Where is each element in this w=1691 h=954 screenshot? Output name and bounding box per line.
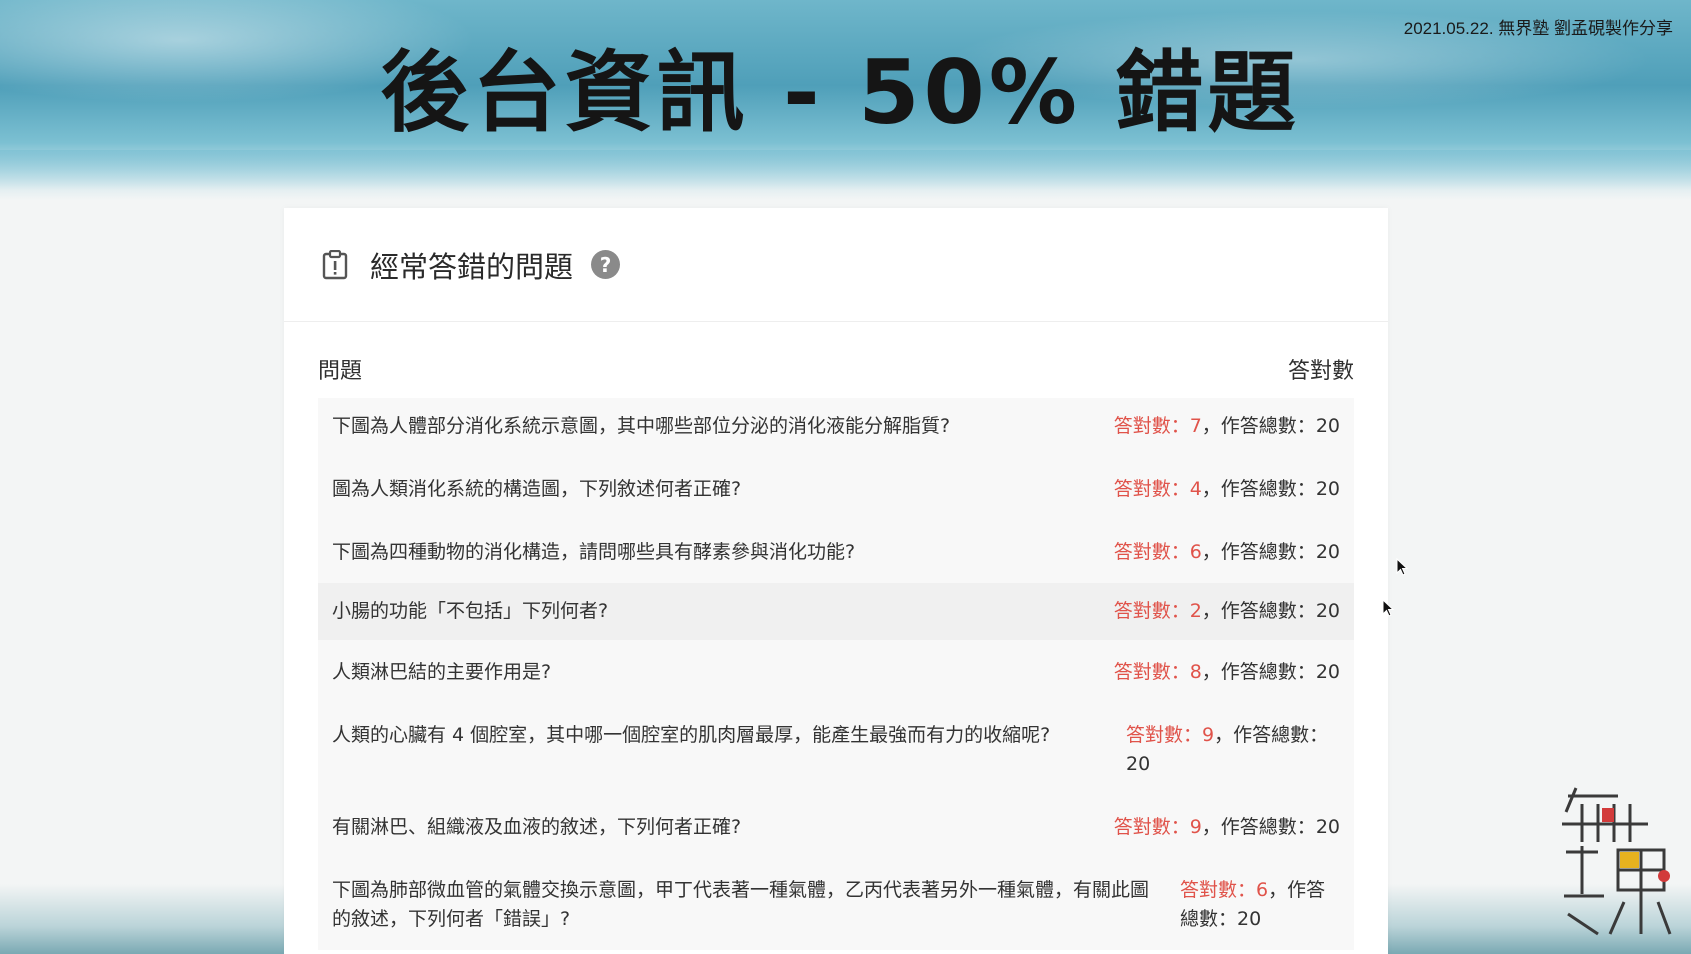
total-count: ，作答總數：20 bbox=[1201, 661, 1340, 683]
correct-count: 答對數：6 bbox=[1180, 879, 1269, 901]
table-row-hovered[interactable]: 小腸的功能「不包括」下列何者? 答對數：2，作答總數：20 bbox=[318, 583, 1354, 640]
answer-stat: 答對數：9，作答總數：20 bbox=[1114, 813, 1340, 842]
answer-stat: 答對數：6，作答總數：20 bbox=[1114, 538, 1340, 567]
wrong-questions-table: 問題 答對數 下圖為人體部分消化系統示意圖，其中哪些部位分泌的消化液能分解脂質?… bbox=[318, 348, 1354, 950]
correct-count: 答對數：8 bbox=[1113, 661, 1202, 683]
mouse-cursor-icon bbox=[1382, 599, 1394, 617]
total-count: ，作答總數：20 bbox=[1201, 478, 1340, 500]
column-header-correct[interactable]: 答對數 bbox=[1288, 353, 1354, 385]
answer-stat: 答對數：2，作答總數：20 bbox=[1114, 597, 1340, 626]
answer-stat: 答對數：4，作答總數：20 bbox=[1114, 475, 1340, 504]
question-text: 小腸的功能「不包括」下列何者? bbox=[332, 600, 609, 622]
help-circle-icon[interactable]: ? bbox=[591, 250, 621, 279]
table-row[interactable]: 下圖為人體部分消化系統示意圖，其中哪些部位分泌的消化液能分解脂質? 答對數：7，… bbox=[318, 398, 1354, 457]
correct-count: 答對數：2 bbox=[1113, 600, 1202, 622]
question-text: 下圖為人體部分消化系統示意圖，其中哪些部位分泌的消化液能分解脂質? bbox=[332, 415, 951, 437]
correct-count: 答對數：7 bbox=[1113, 415, 1202, 437]
question-text: 有關淋巴、組織液及血液的敘述，下列何者正確? bbox=[332, 816, 742, 838]
correct-count: 答對數：4 bbox=[1113, 478, 1202, 500]
table-row[interactable]: 下圖為肺部微血管的氣體交換示意圖，甲丁代表著一種氣體，乙丙代表著另外一種氣體，有… bbox=[318, 858, 1354, 950]
question-text: 人類淋巴結的主要作用是? bbox=[332, 661, 552, 683]
answer-stat: 答對數：9，作答總數：20 bbox=[1126, 721, 1340, 779]
correct-count: 答對數：6 bbox=[1113, 541, 1202, 563]
table-row[interactable]: 下圖為四種動物的消化構造，請問哪些具有酵素參與消化功能? 答對數：6，作答總數：… bbox=[318, 520, 1354, 583]
card-header: 經常答錯的問題 ? bbox=[284, 208, 1388, 322]
slide-credit: 2021.05.22. 無界塾 劉孟硯製作分享 bbox=[1403, 19, 1673, 38]
question-text: 下圖為肺部微血管的氣體交換示意圖，甲丁代表著一種氣體，乙丙代表著另外一種氣體，有… bbox=[332, 879, 1150, 930]
correct-count: 答對數：9 bbox=[1126, 724, 1215, 746]
table-row[interactable]: 人類淋巴結的主要作用是? 答對數：8，作答總數：20 bbox=[318, 640, 1354, 703]
table-body: 下圖為人體部分消化系統示意圖，其中哪些部位分泌的消化液能分解脂質? 答對數：7，… bbox=[318, 398, 1354, 950]
answer-stat: 答對數：7，作答總數：20 bbox=[1114, 412, 1340, 441]
table-header: 問題 答對數 bbox=[318, 348, 1354, 390]
table-row[interactable]: 圖為人類消化系統的構造圖，下列敘述何者正確? 答對數：4，作答總數：20 bbox=[318, 457, 1354, 520]
question-text: 人類的心臟有 4 個腔室，其中哪一個腔室的肌肉層最厚，能產生最強而有力的收縮呢? bbox=[332, 724, 1051, 746]
total-count: ，作答總數：20 bbox=[1201, 816, 1340, 838]
frequent-wrong-questions-card: 經常答錯的問題 ? 問題 答對數 下圖為人體部分消化系統示意圖，其中哪些部位分泌… bbox=[284, 208, 1388, 954]
total-count: ，作答總數：20 bbox=[1201, 541, 1340, 563]
slide-banner-edge bbox=[0, 150, 1691, 200]
wujie-logo-icon bbox=[1562, 787, 1672, 936]
answer-stat: 答對數：8，作答總數：20 bbox=[1114, 658, 1340, 687]
card-title: 經常答錯的問題 bbox=[370, 249, 574, 284]
mouse-cursor-icon bbox=[1396, 558, 1408, 576]
total-count: ，作答總數：20 bbox=[1201, 600, 1340, 622]
table-row[interactable]: 人類的心臟有 4 個腔室，其中哪一個腔室的肌肉層最厚，能產生最強而有力的收縮呢?… bbox=[318, 703, 1354, 795]
question-text: 圖為人類消化系統的構造圖，下列敘述何者正確? bbox=[332, 478, 742, 500]
clipboard-alert-icon bbox=[322, 249, 348, 279]
column-header-question: 問題 bbox=[318, 359, 363, 384]
table-row[interactable]: 有關淋巴、組織液及血液的敘述，下列何者正確? 答對數：9，作答總數：20 bbox=[318, 795, 1354, 858]
answer-stat: 答對數：6，作答總數：20 bbox=[1180, 876, 1340, 934]
total-count: ，作答總數：20 bbox=[1201, 415, 1340, 437]
correct-count: 答對數：9 bbox=[1113, 816, 1202, 838]
slide-title: 後台資訊 - 50% 錯題 bbox=[380, 41, 1300, 144]
question-text: 下圖為四種動物的消化構造，請問哪些具有酵素參與消化功能? bbox=[332, 541, 856, 563]
